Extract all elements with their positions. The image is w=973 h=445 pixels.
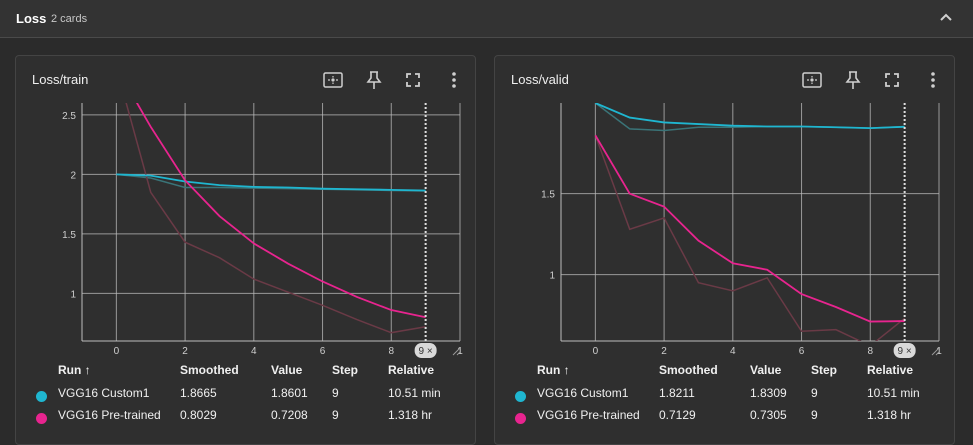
step-badge-label: 9 ×: [419, 346, 433, 357]
run-color-dot: [36, 413, 47, 424]
x-tick-label: 0: [114, 346, 120, 357]
legend-row[interactable]: VGG16 Custom1 1.8211 1.8309 9 10.51 min: [495, 386, 956, 406]
y-tick-label: 1: [549, 271, 555, 282]
y-tick-label: 2: [70, 170, 76, 181]
run-step: 9: [811, 408, 818, 422]
section-header[interactable]: Loss 2 cards: [0, 0, 973, 38]
section-card-count: 2 cards: [51, 13, 88, 25]
run-name: VGG16 Custom1: [58, 386, 150, 400]
run-name: VGG16 Pre-trained: [537, 408, 640, 422]
run-value: 0.7208: [271, 408, 308, 422]
chart-card-valid: Loss/valid 0 2 4 6 8 1 1 1.5 9 × Run ↑ Smoothed …: [494, 55, 955, 445]
resize-handle-icon[interactable]: [451, 343, 461, 356]
x-tick-label: 6: [799, 346, 805, 357]
run-smoothed: 0.8029: [180, 408, 217, 422]
run-name: VGG16 Custom1: [537, 386, 629, 400]
pin-icon[interactable]: [841, 68, 865, 92]
legend-header-row: Run ↑ Smoothed Value Step Relative: [16, 363, 477, 383]
run-value: 1.8601: [271, 386, 308, 400]
legend-header-row: Run ↑ Smoothed Value Step Relative: [495, 363, 956, 383]
column-header-step[interactable]: Step: [332, 363, 358, 377]
column-header-value[interactable]: Value: [271, 363, 302, 377]
run-color-dot: [515, 413, 526, 424]
x-tick-label: 2: [182, 346, 188, 357]
step-badge: 9 ×: [893, 343, 916, 358]
x-tick-label: 4: [251, 346, 257, 357]
fit-domain-icon[interactable]: [800, 68, 824, 92]
run-step: 9: [332, 386, 339, 400]
y-tick-label: 2.5: [62, 111, 76, 122]
legend-row[interactable]: VGG16 Pre-trained 0.7129 0.7305 9 1.318 …: [495, 408, 956, 428]
resize-handle-icon[interactable]: [930, 343, 940, 356]
series-line-raw: [125, 103, 426, 334]
line-chart[interactable]: 0 2 4 6 8 111.522.59 ×: [16, 96, 477, 358]
run-relative: 10.51 min: [388, 386, 441, 400]
chart-card-train: Loss/train 0 2 4 6 8 1 1 1.5 2 2.5 9 × Run ↑ Smoot…: [15, 55, 476, 445]
run-relative: 1.318 hr: [867, 408, 912, 422]
legend-row[interactable]: VGG16 Custom1 1.8665 1.8601 9 10.51 min: [16, 386, 477, 406]
run-value: 1.8309: [750, 386, 787, 400]
run-color-dot: [36, 391, 47, 402]
run-color-dot: [515, 391, 526, 402]
card-title: Loss/train: [32, 72, 89, 87]
more-vert-icon[interactable]: [921, 68, 945, 92]
run-step: 9: [811, 386, 818, 400]
run-smoothed: 1.8665: [180, 386, 217, 400]
legend-row[interactable]: VGG16 Pre-trained 0.8029 0.7208 9 1.318 …: [16, 408, 477, 428]
column-header-smoothed[interactable]: Smoothed: [180, 363, 239, 377]
column-header-run[interactable]: Run ↑: [58, 363, 91, 377]
run-smoothed: 1.8211: [659, 386, 695, 400]
run-value: 0.7305: [750, 408, 787, 422]
step-badge-label: 9 ×: [898, 346, 912, 357]
series-line-raw: [594, 135, 906, 341]
y-tick-label: 1: [70, 289, 76, 300]
series-line-smoothed: [135, 103, 426, 319]
line-chart[interactable]: 0 2 4 6 8 111.59 ×: [495, 96, 956, 358]
run-relative: 10.51 min: [867, 386, 920, 400]
column-header-run[interactable]: Run ↑: [537, 363, 570, 377]
y-tick-label: 1.5: [541, 190, 555, 201]
sort-arrow-icon: ↑: [563, 363, 570, 377]
more-vert-icon[interactable]: [442, 68, 466, 92]
run-step: 9: [332, 408, 339, 422]
series-line-smoothed: [594, 134, 905, 323]
series-line-smoothed: [595, 103, 905, 129]
pin-icon[interactable]: [362, 68, 386, 92]
x-tick-label: 2: [661, 346, 667, 357]
x-tick-label: 8: [388, 346, 394, 357]
step-badge: 9 ×: [414, 343, 437, 358]
column-header-step[interactable]: Step: [811, 363, 837, 377]
run-smoothed: 0.7129: [659, 408, 696, 422]
x-tick-label: 4: [730, 346, 736, 357]
x-tick-label: 0: [593, 346, 599, 357]
series-line-smoothed: [116, 173, 426, 192]
sort-arrow-icon: ↑: [84, 363, 91, 377]
column-header-value[interactable]: Value: [750, 363, 781, 377]
column-header-smoothed[interactable]: Smoothed: [659, 363, 718, 377]
x-tick-label: 8: [867, 346, 873, 357]
y-tick-label: 1.5: [62, 230, 76, 241]
fullscreen-icon[interactable]: [880, 68, 904, 92]
x-tick-label: 6: [320, 346, 326, 357]
card-title: Loss/valid: [511, 72, 569, 87]
fullscreen-icon[interactable]: [401, 68, 425, 92]
chevron-up-icon[interactable]: [936, 8, 956, 28]
column-header-relative[interactable]: Relative: [388, 363, 434, 377]
column-header-relative[interactable]: Relative: [867, 363, 913, 377]
fit-domain-icon[interactable]: [321, 68, 345, 92]
run-relative: 1.318 hr: [388, 408, 433, 422]
run-name: VGG16 Pre-trained: [58, 408, 161, 422]
section-title: Loss: [16, 11, 47, 26]
